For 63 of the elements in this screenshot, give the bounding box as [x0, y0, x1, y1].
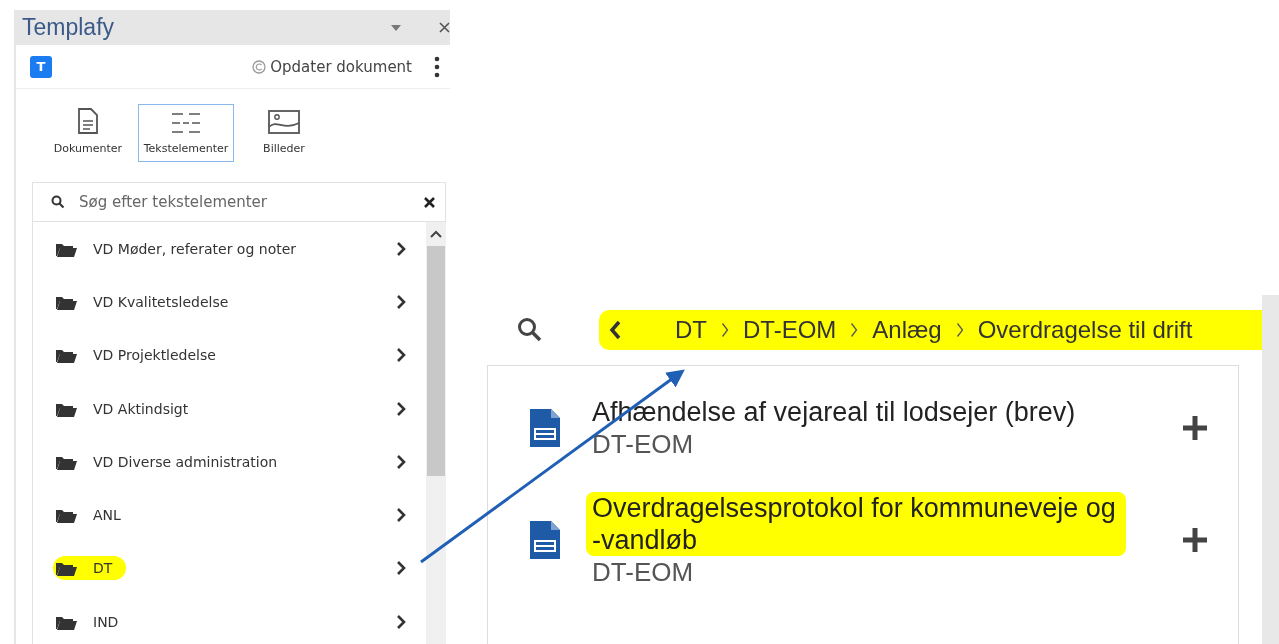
document-icon	[530, 409, 560, 447]
folder-icon	[55, 347, 77, 364]
breadcrumb-link[interactable]: Overdragelse til drift	[977, 316, 1193, 344]
chevron-right-icon	[396, 453, 406, 470]
folder-label: VD Kvalitetsledelse	[53, 289, 243, 314]
tab[interactable]: Billeder	[236, 104, 332, 162]
scrollbar-thumb[interactable]	[427, 246, 445, 476]
back-chevron-icon[interactable]	[609, 320, 621, 340]
breadcrumb-link[interactable]: Anlæg	[872, 316, 942, 344]
template-title: Overdragelsesprotokol for kommuneveje og -vandløb	[586, 492, 1126, 556]
chevron-right-icon	[396, 507, 406, 524]
caret-icon[interactable]	[391, 24, 401, 31]
separator-chevron-icon	[850, 322, 859, 338]
scrollbar[interactable]	[426, 222, 446, 644]
template-category: DT-EOM	[592, 428, 695, 460]
refresh-icon	[251, 58, 268, 75]
folder-label: VD Projektledelse	[53, 343, 230, 368]
separator-chevron-icon	[955, 322, 964, 338]
folder-item[interactable]: VD Projektledelse	[33, 328, 426, 382]
chevron-right-icon	[396, 613, 406, 630]
chevron-right-icon	[396, 293, 406, 310]
update-document-button[interactable]: Opdater dokument	[251, 57, 412, 76]
folder-label: VD Aktindsigt	[53, 396, 203, 421]
clear-icon[interactable]	[424, 196, 435, 208]
panel-title: Templafy	[22, 14, 116, 41]
more-options-icon[interactable]	[434, 55, 440, 78]
search-icon[interactable]	[517, 317, 543, 343]
plus-icon[interactable]	[1182, 527, 1208, 553]
chevron-right-icon	[396, 400, 406, 417]
folder-item[interactable]: VD Kvalitetsledelse	[33, 275, 426, 329]
folder-label: DT	[53, 556, 127, 581]
template-item[interactable]: Overdragelsesprotokol for kommuneveje og -vandløb DT-EOM	[488, 480, 1238, 608]
scroll-up-icon[interactable]	[430, 230, 442, 238]
folder-label: IND	[53, 609, 133, 634]
plus-icon[interactable]	[1182, 415, 1208, 441]
template-category: DT-EOM	[592, 556, 695, 588]
folder-item[interactable]: VD Diverse administration	[33, 435, 426, 489]
folder-label: ANL	[53, 503, 135, 528]
chevron-right-icon	[396, 560, 406, 577]
app-logo: T	[30, 55, 52, 78]
chevron-right-icon	[396, 347, 406, 364]
folder-label: VD Diverse administration	[53, 449, 292, 474]
folder-item[interactable]: VD Aktindsigt	[33, 381, 426, 436]
chevron-right-icon	[396, 240, 406, 257]
close-icon[interactable]	[439, 22, 450, 33]
breadcrumb-link[interactable]: DT	[675, 316, 707, 344]
separator-chevron-icon	[721, 322, 729, 338]
document-icon	[530, 521, 560, 559]
folder-icon	[55, 560, 77, 577]
folder-icon	[55, 507, 77, 524]
folder-item[interactable]: DT	[33, 541, 426, 596]
image-icon	[268, 110, 300, 134]
search-icon	[51, 195, 65, 209]
folder-item[interactable]: VD Møder, referater og noter	[33, 222, 426, 276]
tab[interactable]: Dokumenter	[40, 104, 136, 162]
folder-label: VD Møder, referater og noter	[53, 236, 311, 261]
tab[interactable]: Tekstelementer	[138, 104, 234, 162]
text-lines-icon	[171, 112, 201, 134]
folder-item[interactable]: IND	[33, 595, 426, 644]
breadcrumb-link[interactable]: DT-EOM	[743, 316, 837, 344]
document-icon	[77, 108, 99, 134]
search-field[interactable]: Søg efter tekstelementer	[32, 182, 446, 222]
folder-item[interactable]: ANL	[33, 488, 426, 542]
